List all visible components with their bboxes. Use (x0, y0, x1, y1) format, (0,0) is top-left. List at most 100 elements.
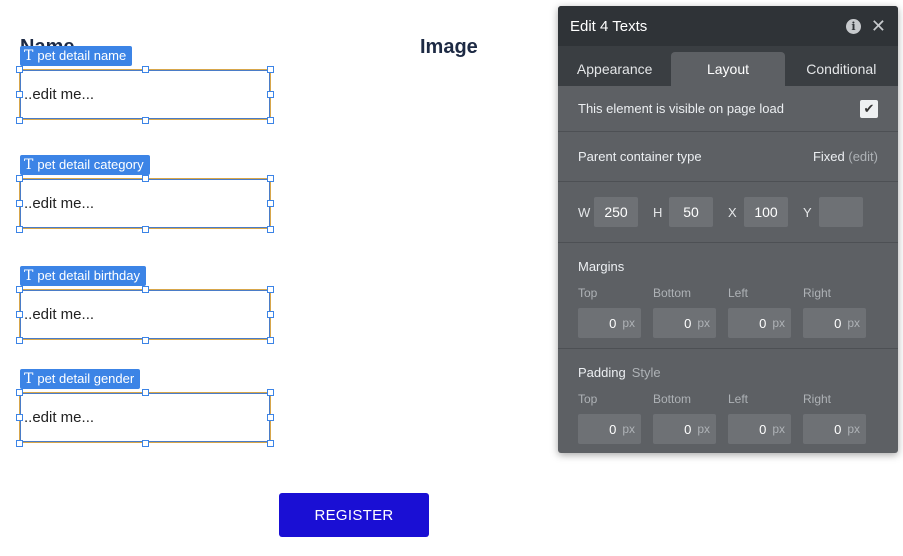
element-tag-pet-detail-gender[interactable]: Tpet detail gender (20, 369, 141, 389)
resize-handle[interactable] (16, 440, 23, 447)
resize-handle[interactable] (16, 414, 23, 421)
margin-right-input[interactable]: 0 px (803, 308, 866, 338)
container-type-row: Parent container type Fixed (edit) (558, 132, 898, 182)
padding-bottom-input[interactable]: 0 px (653, 414, 716, 444)
padding-style-link[interactable]: Style (632, 365, 661, 380)
resize-handle[interactable] (267, 414, 274, 421)
panel-tabs: Appearance Layout Conditional (558, 46, 898, 86)
text-element-icon: T (24, 48, 34, 64)
margin-bottom-label: Bottom (653, 286, 692, 300)
resize-handle[interactable] (267, 286, 274, 293)
y-label: Y (803, 204, 812, 220)
x-input[interactable]: 100 (744, 197, 788, 227)
resize-handle[interactable] (142, 226, 149, 233)
padding-right-label: Right (803, 392, 832, 406)
padding-title: Padding (578, 365, 626, 380)
margin-labels: Top Bottom Left Right (578, 286, 878, 300)
resize-handle[interactable] (267, 440, 274, 447)
resize-handle[interactable] (267, 389, 274, 396)
resize-handle[interactable] (16, 66, 23, 73)
resize-handle[interactable] (267, 337, 274, 344)
resize-handle[interactable] (142, 389, 149, 396)
resize-handle[interactable] (16, 337, 23, 344)
tab-appearance[interactable]: Appearance (558, 52, 671, 86)
visibility-row: This element is visible on page load ✔ (558, 86, 898, 132)
width-label: W (578, 204, 591, 220)
y-input[interactable] (819, 197, 863, 227)
resize-handle[interactable] (16, 286, 23, 293)
height-input[interactable]: 50 (669, 197, 713, 227)
padding-right-input[interactable]: 0 px (803, 414, 866, 444)
x-label: X (728, 204, 737, 220)
visible-on-load-label: This element is visible on page load (578, 101, 784, 116)
panel-header: Edit 4 Texts i ✕ (558, 6, 898, 46)
width-input[interactable]: 250 (594, 197, 638, 227)
element-tag-pet-detail-name[interactable]: Tpet detail name (20, 46, 133, 66)
resize-handle[interactable] (16, 311, 23, 318)
margins-title: Margins (578, 259, 625, 274)
margin-top-input[interactable]: 0 px (578, 308, 641, 338)
margin-top-label: Top (578, 286, 598, 300)
property-editor-panel: Edit 4 Texts i ✕ Appearance Layout Condi… (558, 6, 898, 453)
resize-handle[interactable] (142, 440, 149, 447)
resize-handle[interactable] (267, 66, 274, 73)
resize-handle[interactable] (142, 117, 149, 124)
resize-handle[interactable] (267, 175, 274, 182)
resize-handle[interactable] (142, 286, 149, 293)
tab-conditional[interactable]: Conditional (785, 52, 898, 86)
padding-section: Padding Style Top Bottom Left Right 0 px 0… (558, 349, 898, 453)
margins-section: Margins Top Bottom Left Right 0 px 0 px 0p… (558, 243, 898, 349)
margin-left-label: Left (728, 286, 749, 300)
element-tag-pet-detail-birthday[interactable]: Tpet detail birthday (20, 266, 146, 286)
container-type-label: Parent container type (578, 149, 702, 164)
text-placeholder: ..edit me... (24, 195, 95, 212)
text-element-icon: T (24, 157, 34, 173)
checkmark-icon: ✔ (863, 100, 875, 116)
resize-handle[interactable] (16, 226, 23, 233)
text-element-pet-detail-name[interactable]: ..edit me... (19, 69, 271, 120)
text-placeholder: ..edit me... (24, 86, 95, 103)
resize-handle[interactable] (267, 200, 274, 207)
resize-handle[interactable] (16, 117, 23, 124)
resize-handle[interactable] (16, 200, 23, 207)
margin-left-input[interactable]: 0 px (728, 308, 791, 338)
resize-handle[interactable] (267, 226, 274, 233)
element-tag-pet-detail-category[interactable]: Tpet detail category (20, 155, 150, 175)
resize-handle[interactable] (267, 311, 274, 318)
register-button[interactable]: REGISTER (279, 493, 429, 537)
resize-handle[interactable] (16, 91, 23, 98)
padding-top-input[interactable]: 0 px (578, 414, 641, 444)
panel-title: Edit 4 Texts (570, 17, 648, 35)
margin-right-label: Right (803, 286, 832, 300)
text-element-pet-detail-birthday[interactable]: ..edit me... (19, 289, 271, 340)
text-element-pet-detail-gender[interactable]: ..edit me... (19, 392, 271, 443)
resize-handle[interactable] (142, 175, 149, 182)
text-element-pet-detail-category[interactable]: ..edit me... (19, 178, 271, 229)
editor-canvas: Name Image Tpet detail name ..edit me...… (0, 0, 903, 556)
padding-left-input[interactable]: 0 px (728, 414, 791, 444)
resize-handle[interactable] (267, 91, 274, 98)
margin-inputs: 0 px 0 px 0 px 0 px (578, 308, 878, 338)
info-icon[interactable]: i (845, 18, 861, 34)
container-type-edit-link[interactable]: (edit) (848, 149, 878, 164)
text-element-icon: T (24, 371, 34, 387)
padding-left-label: Left (728, 392, 749, 406)
tab-layout[interactable]: Layout (671, 52, 785, 86)
resize-handle[interactable] (16, 175, 23, 182)
margin-bottom-input[interactable]: 0 px (653, 308, 716, 338)
padding-inputs: 0 px 0 px 0 px 0 px (578, 414, 878, 444)
resize-handle[interactable] (142, 337, 149, 344)
dimensions-row: W 250 H 50 X 100 Y (558, 182, 898, 243)
resize-handle[interactable] (267, 117, 274, 124)
image-heading: Image (420, 36, 478, 58)
resize-handle[interactable] (142, 66, 149, 73)
padding-labels: Top Bottom Left Right (578, 392, 878, 406)
close-icon[interactable]: ✕ (871, 17, 886, 35)
text-placeholder: ..edit me... (24, 409, 95, 426)
padding-top-label: Top (578, 392, 598, 406)
text-element-icon: T (24, 268, 34, 284)
visible-on-load-checkbox[interactable]: ✔ (860, 99, 878, 118)
resize-handle[interactable] (16, 389, 23, 396)
padding-bottom-label: Bottom (653, 392, 692, 406)
height-label: H (653, 204, 663, 220)
